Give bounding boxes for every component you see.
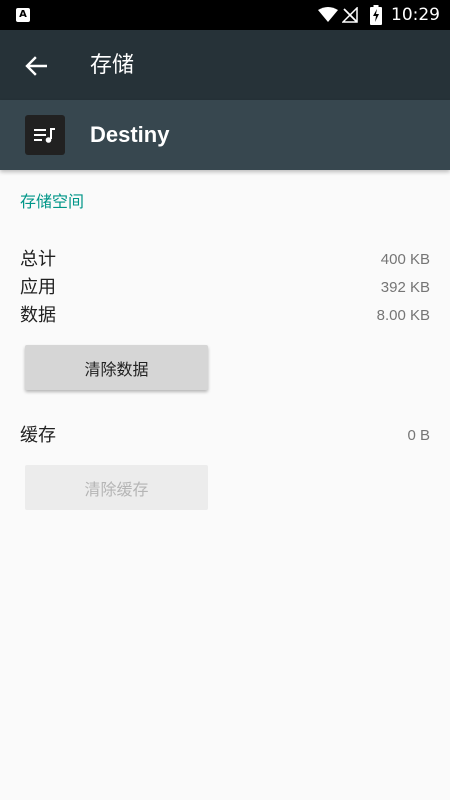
notification-a-icon: A (16, 8, 30, 22)
status-bar: A 10:29 (0, 0, 450, 30)
app-icon (25, 115, 65, 155)
storage-row-data: 数据 8.00 KB (20, 302, 430, 330)
arrow-left-icon (25, 56, 47, 76)
back-button[interactable] (16, 50, 56, 82)
storage-value: 392 KB (380, 279, 430, 296)
no-signal-icon (342, 7, 358, 23)
page-title: 存储 (90, 53, 135, 78)
storage-label: 应用 (20, 277, 56, 298)
battery-charging-icon (370, 5, 382, 25)
cache-label: 缓存 (20, 425, 56, 446)
status-icons: 10:29 (240, 0, 440, 30)
clear-data-button[interactable]: 清除数据 (25, 345, 208, 390)
cache-value: 0 B (407, 427, 430, 444)
storage-label: 总计 (20, 249, 56, 270)
status-time: 10:29 (391, 5, 440, 25)
section-title-storage: 存储空间 (20, 192, 85, 211)
playlist-music-icon (34, 128, 55, 143)
app-bar: 存储 (0, 30, 450, 100)
wifi-icon (318, 7, 338, 22)
storage-row-app: 应用 392 KB (20, 274, 430, 302)
storage-row-total: 总计 400 KB (20, 246, 430, 274)
app-header: Destiny (0, 100, 450, 170)
clear-cache-button: 清除缓存 (25, 465, 208, 510)
storage-value: 400 KB (380, 251, 430, 268)
app-name: Destiny (90, 122, 170, 147)
storage-value: 8.00 KB (376, 307, 430, 324)
cache-row: 缓存 0 B (20, 422, 430, 450)
storage-label: 数据 (20, 305, 56, 326)
